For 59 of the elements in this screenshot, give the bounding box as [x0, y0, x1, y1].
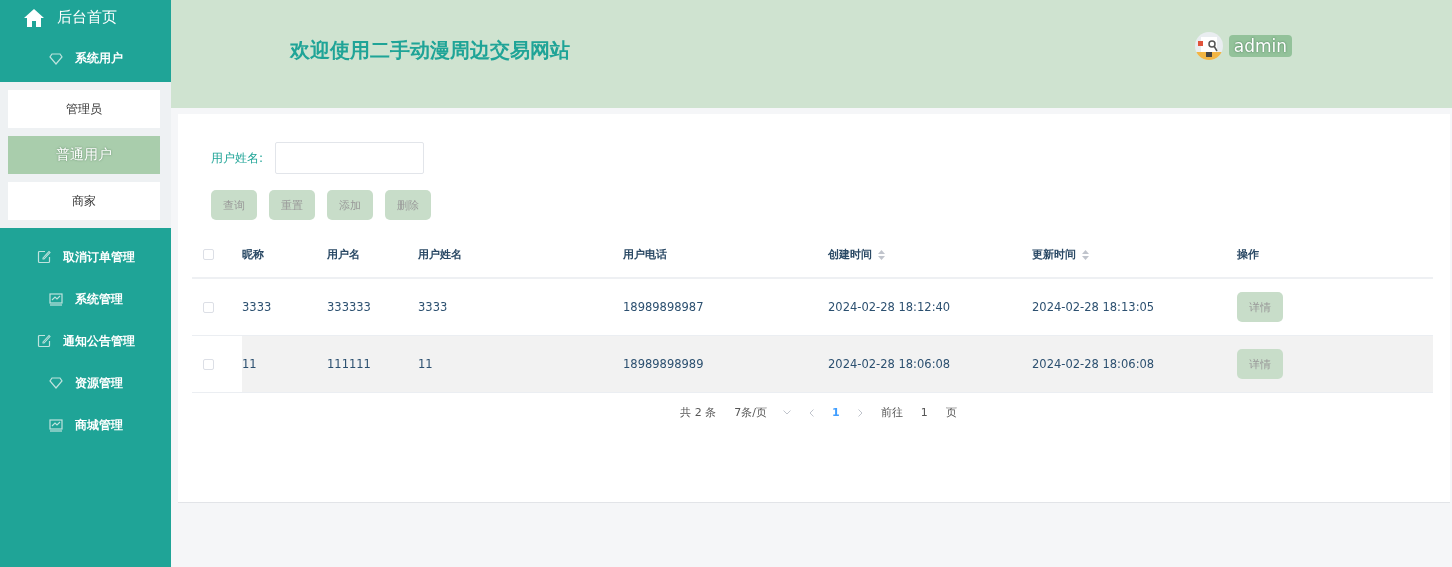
- table-cell: 11: [418, 357, 433, 371]
- action-button[interactable]: 查询: [211, 190, 257, 220]
- submenu-item[interactable]: 管理员: [8, 90, 160, 128]
- action-button[interactable]: 添加: [327, 190, 373, 220]
- table-cell: 11: [242, 357, 257, 371]
- home-icon: [23, 8, 45, 27]
- row-checkbox[interactable]: [203, 358, 214, 370]
- column-header: 用户电话: [623, 247, 667, 262]
- total-count: 共 2 条: [680, 405, 717, 420]
- table-cell: 333333: [327, 300, 371, 314]
- table-cell: 2024-02-28 18:06:08: [828, 357, 951, 371]
- username: admin: [1228, 35, 1292, 57]
- select-all-checkbox[interactable]: [203, 249, 214, 260]
- caret-icon: [783, 410, 792, 415]
- site-title: 欢迎使用二手动漫周边交易网站: [290, 36, 571, 64]
- action-button[interactable]: 重置: [269, 190, 315, 220]
- home-menu-item[interactable]: 后台首页: [0, 0, 171, 35]
- table-cell: 3333: [418, 300, 448, 314]
- diamond-icon: [48, 52, 63, 65]
- column-header: 用户名: [327, 247, 360, 262]
- table-cell: 3333: [242, 300, 272, 314]
- sidebar-menu-item[interactable]: 取消订单管理: [0, 236, 171, 278]
- column-header: 操作: [1237, 247, 1259, 262]
- page-number[interactable]: 1: [832, 406, 840, 419]
- previous-page-icon[interactable]: [809, 408, 815, 417]
- goto-label: 前往: [880, 405, 903, 420]
- table-cell: 2024-02-28 18:13:05: [1032, 300, 1155, 314]
- sort-icon[interactable]: [1082, 249, 1089, 260]
- row-checkbox[interactable]: [203, 301, 214, 313]
- table-cell: 2024-02-28 18:06:08: [1032, 357, 1155, 371]
- page-size-select[interactable]: 7条/页: [734, 405, 792, 420]
- field-label: 用户姓名:: [211, 149, 264, 167]
- sidebar-menu-item[interactable]: 商城管理: [0, 404, 171, 446]
- chart-icon: [48, 418, 63, 432]
- sidebar-menu-item[interactable]: 资源管理: [0, 362, 171, 404]
- table-cell: 2024-02-28 18:12:40: [828, 300, 951, 314]
- column-header: 更新时间: [1032, 247, 1076, 262]
- submenu-item[interactable]: 普通用户: [8, 136, 160, 174]
- table-cell: 18989898987: [623, 300, 704, 314]
- page-suffix: 页: [945, 405, 957, 420]
- next-page-icon[interactable]: [857, 408, 863, 417]
- action-button[interactable]: 删除: [385, 190, 431, 220]
- avatar[interactable]: [1194, 32, 1223, 60]
- diamond-icon: [48, 377, 63, 389]
- edit-icon: [36, 334, 51, 348]
- table-cell: 111111: [327, 357, 371, 371]
- sidebar-menu-item[interactable]: 系统管理: [0, 278, 171, 320]
- sort-icon[interactable]: [878, 249, 885, 260]
- sidebar-menu-item[interactable]: 通知公告管理: [0, 320, 171, 362]
- chart-icon: [48, 292, 63, 306]
- table-cell: 18989898989: [623, 357, 704, 371]
- column-header: 创建时间: [828, 247, 872, 262]
- column-header: 昵称: [242, 247, 264, 262]
- column-header: 用户姓名: [418, 247, 462, 262]
- submenu-item[interactable]: 商家: [8, 182, 160, 220]
- sidebar-menu-item[interactable]: 系统用户: [0, 35, 171, 82]
- name-input-field[interactable]: [275, 142, 425, 174]
- edit-icon: [36, 250, 51, 264]
- goto-page-field[interactable]: 1: [920, 406, 928, 419]
